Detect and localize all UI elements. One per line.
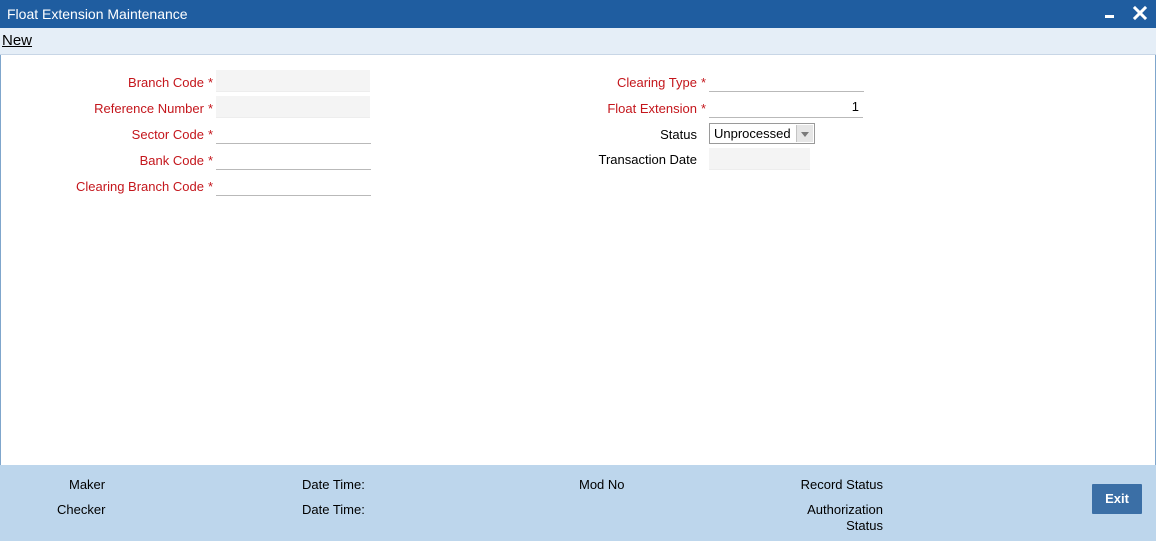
audit-footer xyxy=(0,465,1156,541)
bank-code-field[interactable] xyxy=(216,148,371,170)
status-select[interactable]: Unprocessed xyxy=(709,123,815,144)
window-title: Float Extension Maintenance xyxy=(7,6,188,22)
sector-code-field[interactable] xyxy=(216,122,371,144)
maker-date-time-label: Date Time: xyxy=(302,477,365,492)
transaction-date-field[interactable] xyxy=(709,148,810,170)
reference-number-label: Reference Number * xyxy=(94,101,213,116)
new-button[interactable]: New xyxy=(2,32,32,49)
status-select-value: Unprocessed xyxy=(714,126,791,141)
checker-label: Checker xyxy=(57,502,106,517)
maker-label: Maker xyxy=(69,477,106,492)
chevron-down-icon[interactable] xyxy=(796,125,813,142)
bank-code-label: Bank Code * xyxy=(139,153,213,168)
action-toolbar: New xyxy=(0,28,1156,55)
checker-date-time-label: Date Time: xyxy=(302,502,365,517)
clearing-branch-code-field[interactable] xyxy=(216,174,371,196)
sector-code-label: Sector Code * xyxy=(131,127,213,142)
minimize-icon[interactable] xyxy=(1103,6,1117,22)
float-extension-field[interactable]: 1 xyxy=(709,96,863,118)
exit-button[interactable]: Exit xyxy=(1092,484,1142,514)
authorization-status-label: Authorization Status xyxy=(807,502,883,533)
form-panel xyxy=(0,55,1156,465)
clearing-type-label: Clearing Type * xyxy=(616,75,706,90)
branch-code-label: Branch Code * xyxy=(128,75,213,90)
float-extension-label: Float Extension * xyxy=(607,101,706,116)
mod-no-label: Mod No xyxy=(579,477,625,492)
window-title-bar: Float Extension Maintenance xyxy=(0,0,1156,28)
close-icon[interactable] xyxy=(1130,3,1150,23)
clearing-branch-code-label: Clearing Branch Code * xyxy=(76,179,213,194)
clearing-type-field[interactable] xyxy=(709,70,864,92)
record-status-label: Record Status xyxy=(800,477,883,492)
reference-number-field[interactable] xyxy=(216,96,370,118)
branch-code-field[interactable] xyxy=(216,70,370,92)
status-label: Status xyxy=(660,127,697,142)
transaction-date-label: Transaction Date xyxy=(598,152,697,167)
